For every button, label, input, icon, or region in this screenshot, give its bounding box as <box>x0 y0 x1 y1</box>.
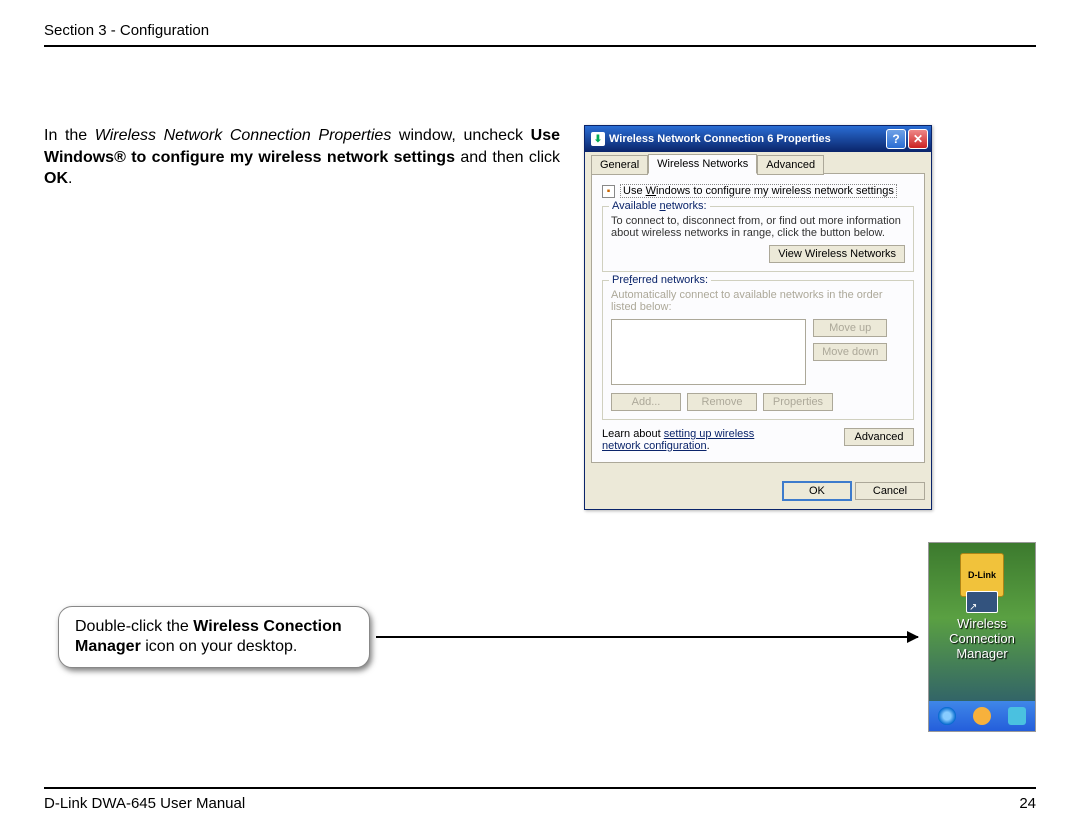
remove-button[interactable]: Remove <box>687 393 757 411</box>
ok-button[interactable]: OK <box>782 481 852 501</box>
section-header: Section 3 - Configuration <box>44 22 1036 47</box>
t: Double-click the <box>75 618 193 635</box>
properties-dialog: ⬇ Wireless Network Connection 6 Properti… <box>584 125 932 510</box>
arrow-icon <box>376 636 918 638</box>
advanced-button[interactable]: Advanced <box>844 428 914 446</box>
move-up-button[interactable]: Move up <box>813 319 887 337</box>
group-title: Preferred networks: <box>609 274 711 286</box>
preferred-networks-group: Preferred networks: Automatically connec… <box>602 280 914 420</box>
t: . <box>68 170 72 187</box>
page-number: 24 <box>1019 795 1036 812</box>
cancel-button[interactable]: Cancel <box>855 482 925 500</box>
desktop-screenshot: D-Link Wireless Connection Manager <box>928 542 1036 732</box>
tab-general[interactable]: General <box>591 155 648 175</box>
shortcut-label: Wireless Connection Manager <box>929 617 1035 662</box>
t: icon on your desktop. <box>141 638 298 655</box>
learn-text: Learn about setting up wireless network … <box>602 428 792 452</box>
group-title: Available networks: <box>609 200 710 212</box>
tab-advanced[interactable]: Advanced <box>757 155 824 175</box>
help-button[interactable]: ? <box>886 129 906 149</box>
close-button[interactable]: ✕ <box>908 129 928 149</box>
player-icon[interactable] <box>973 707 991 725</box>
footer-left: D-Link DWA-645 User Manual <box>44 795 245 812</box>
instruction-text: In the Wireless Network Connection Prope… <box>44 125 560 190</box>
msn-icon[interactable] <box>1008 707 1026 725</box>
t: window, uncheck <box>391 127 530 144</box>
window-title: Wireless Network Connection 6 Properties <box>609 133 884 145</box>
preferred-networks-list[interactable] <box>611 319 806 385</box>
t: OK <box>44 170 68 187</box>
ie-icon[interactable] <box>938 707 956 725</box>
tab-wireless-networks[interactable]: Wireless Networks <box>648 154 757 174</box>
use-windows-checkbox[interactable]: ▪ <box>602 185 615 198</box>
taskbar <box>929 701 1035 731</box>
properties-button[interactable]: Properties <box>763 393 833 411</box>
move-down-button[interactable]: Move down <box>813 343 887 361</box>
available-networks-group: Available networks: To connect to, disco… <box>602 206 914 272</box>
use-windows-label: Use Windows to configure my wireless net… <box>620 184 897 198</box>
t: Wireless Network Connection Properties <box>95 127 392 144</box>
add-button[interactable]: Add... <box>611 393 681 411</box>
wireless-icon: ⬇ <box>591 132 605 146</box>
view-wireless-networks-button[interactable]: View Wireless Networks <box>769 245 905 263</box>
t: In the <box>44 127 95 144</box>
t: and then click <box>455 149 560 166</box>
shortcut-icon[interactable] <box>966 591 998 613</box>
callout: Double-click the Wireless Conection Mana… <box>58 606 370 668</box>
titlebar[interactable]: ⬇ Wireless Network Connection 6 Properti… <box>585 126 931 152</box>
group-text: To connect to, disconnect from, or find … <box>611 215 905 239</box>
group-text: Automatically connect to available netwo… <box>611 289 905 313</box>
